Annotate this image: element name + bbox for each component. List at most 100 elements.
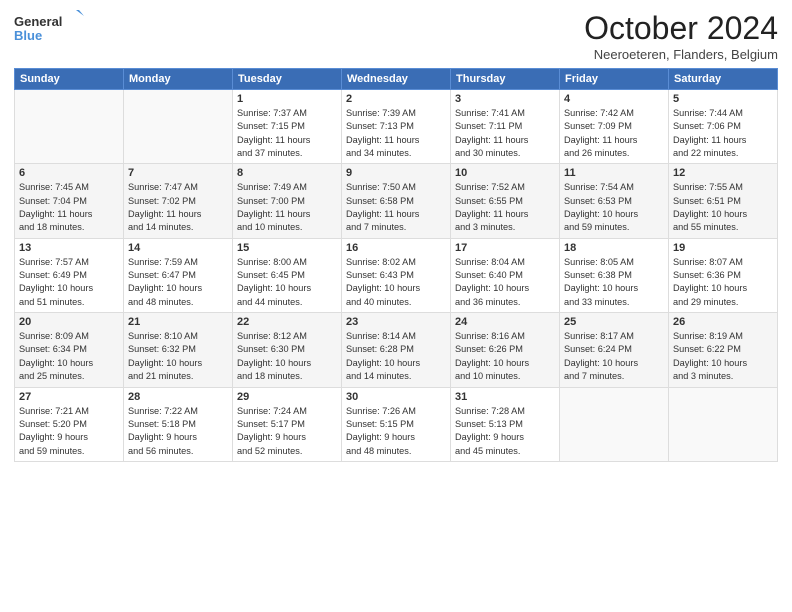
day-info: Sunrise: 7:42 AMSunset: 7:09 PMDaylight:… [564, 107, 664, 160]
day-info: Sunrise: 7:28 AMSunset: 5:13 PMDaylight:… [455, 405, 555, 458]
day-number: 19 [673, 242, 773, 254]
calendar-cell: 13 Sunrise: 7:57 AMSunset: 6:49 PMDayligh… [15, 238, 124, 312]
day-number: 20 [19, 316, 119, 328]
day-number: 17 [455, 242, 555, 254]
calendar-cell: 25 Sunrise: 8:17 AMSunset: 6:24 PMDayligh… [560, 313, 669, 387]
day-info: Sunrise: 7:26 AMSunset: 5:15 PMDaylight:… [346, 405, 446, 458]
logo-svg: General Blue [14, 10, 84, 46]
day-info: Sunrise: 8:16 AMSunset: 6:26 PMDaylight:… [455, 330, 555, 383]
day-number: 15 [237, 242, 337, 254]
title-section: October 2024 Neeroeteren, Flanders, Belg… [584, 10, 778, 62]
day-number: 18 [564, 242, 664, 254]
day-number: 1 [237, 93, 337, 105]
day-info: Sunrise: 8:19 AMSunset: 6:22 PMDaylight:… [673, 330, 773, 383]
calendar-cell [124, 90, 233, 164]
calendar-page: General Blue October 2024 Neeroeteren, F… [0, 0, 792, 612]
day-info: Sunrise: 7:54 AMSunset: 6:53 PMDaylight:… [564, 181, 664, 234]
day-number: 23 [346, 316, 446, 328]
day-info: Sunrise: 8:05 AMSunset: 6:38 PMDaylight:… [564, 256, 664, 309]
day-number: 2 [346, 93, 446, 105]
calendar-cell: 26Sunrise: 8:19 AMSunset: 6:22 PMDayligh… [669, 313, 778, 387]
day-info: Sunrise: 7:57 AMSunset: 6:49 PMDaylight:… [19, 256, 119, 309]
day-number: 6 [19, 167, 119, 179]
day-number: 13 [19, 242, 119, 254]
day-number: 30 [346, 391, 446, 403]
day-info: Sunrise: 7:22 AMSunset: 5:18 PMDaylight:… [128, 405, 228, 458]
calendar-cell: 10 Sunrise: 7:52 AMSunset: 6:55 PMDayligh… [451, 164, 560, 238]
calendar-cell: 17 Sunrise: 8:04 AMSunset: 6:40 PMDayligh… [451, 238, 560, 312]
calendar-cell: 24 Sunrise: 8:16 AMSunset: 6:26 PMDayligh… [451, 313, 560, 387]
day-number: 4 [564, 93, 664, 105]
calendar-cell: 1 Sunrise: 7:37 AMSunset: 7:15 PMDaylight… [233, 90, 342, 164]
day-info: Sunrise: 7:45 AMSunset: 7:04 PMDaylight:… [19, 181, 119, 234]
week-row-4: 20 Sunrise: 8:09 AMSunset: 6:34 PMDayligh… [15, 313, 778, 387]
calendar-cell: 28 Sunrise: 7:22 AMSunset: 5:18 PMDayligh… [124, 387, 233, 461]
day-info: Sunrise: 8:14 AMSunset: 6:28 PMDaylight:… [346, 330, 446, 383]
calendar-table: SundayMondayTuesdayWednesdayThursdayFrid… [14, 68, 778, 462]
calendar-cell: 4 Sunrise: 7:42 AMSunset: 7:09 PMDaylight… [560, 90, 669, 164]
calendar-cell: 27 Sunrise: 7:21 AMSunset: 5:20 PMDayligh… [15, 387, 124, 461]
day-number: 28 [128, 391, 228, 403]
day-number: 10 [455, 167, 555, 179]
calendar-cell: 12Sunrise: 7:55 AMSunset: 6:51 PMDayligh… [669, 164, 778, 238]
day-info: Sunrise: 7:50 AMSunset: 6:58 PMDaylight:… [346, 181, 446, 234]
calendar-cell: 29Sunrise: 7:24 AMSunset: 5:17 PMDayligh… [233, 387, 342, 461]
week-row-1: 1 Sunrise: 7:37 AMSunset: 7:15 PMDaylight… [15, 90, 778, 164]
day-info: Sunrise: 7:59 AMSunset: 6:47 PMDaylight:… [128, 256, 228, 309]
day-number: 31 [455, 391, 555, 403]
calendar-cell: 15 Sunrise: 8:00 AMSunset: 6:45 PMDayligh… [233, 238, 342, 312]
day-info: Sunrise: 7:52 AMSunset: 6:55 PMDaylight:… [455, 181, 555, 234]
day-info: Sunrise: 7:41 AMSunset: 7:11 PMDaylight:… [455, 107, 555, 160]
day-header-wednesday: Wednesday [342, 69, 451, 90]
calendar-cell: 21Sunrise: 8:10 AMSunset: 6:32 PMDayligh… [124, 313, 233, 387]
day-info: Sunrise: 7:37 AMSunset: 7:15 PMDaylight:… [237, 107, 337, 160]
day-number: 9 [346, 167, 446, 179]
day-number: 3 [455, 93, 555, 105]
calendar-cell [560, 387, 669, 461]
day-number: 8 [237, 167, 337, 179]
location-subtitle: Neeroeteren, Flanders, Belgium [584, 47, 778, 62]
day-number: 25 [564, 316, 664, 328]
day-number: 7 [128, 167, 228, 179]
calendar-cell [669, 387, 778, 461]
calendar-cell: 14Sunrise: 7:59 AMSunset: 6:47 PMDayligh… [124, 238, 233, 312]
calendar-cell: 3 Sunrise: 7:41 AMSunset: 7:11 PMDaylight… [451, 90, 560, 164]
calendar-cell: 11Sunrise: 7:54 AMSunset: 6:53 PMDayligh… [560, 164, 669, 238]
header: General Blue October 2024 Neeroeteren, F… [14, 10, 778, 62]
calendar-cell [15, 90, 124, 164]
logo: General Blue [14, 10, 84, 46]
calendar-cell: 30 Sunrise: 7:26 AMSunset: 5:15 PMDayligh… [342, 387, 451, 461]
month-title: October 2024 [584, 10, 778, 47]
day-number: 27 [19, 391, 119, 403]
day-number: 16 [346, 242, 446, 254]
day-header-friday: Friday [560, 69, 669, 90]
day-number: 22 [237, 316, 337, 328]
calendar-cell: 16Sunrise: 8:02 AMSunset: 6:43 PMDayligh… [342, 238, 451, 312]
day-header-monday: Monday [124, 69, 233, 90]
calendar-cell: 18 Sunrise: 8:05 AMSunset: 6:38 PMDayligh… [560, 238, 669, 312]
header-row: SundayMondayTuesdayWednesdayThursdayFrid… [15, 69, 778, 90]
day-header-tuesday: Tuesday [233, 69, 342, 90]
day-info: Sunrise: 7:47 AMSunset: 7:02 PMDaylight:… [128, 181, 228, 234]
day-info: Sunrise: 8:00 AMSunset: 6:45 PMDaylight:… [237, 256, 337, 309]
day-number: 21 [128, 316, 228, 328]
day-info: Sunrise: 8:17 AMSunset: 6:24 PMDaylight:… [564, 330, 664, 383]
day-info: Sunrise: 7:55 AMSunset: 6:51 PMDaylight:… [673, 181, 773, 234]
day-info: Sunrise: 8:07 AMSunset: 6:36 PMDaylight:… [673, 256, 773, 309]
day-header-thursday: Thursday [451, 69, 560, 90]
week-row-3: 13 Sunrise: 7:57 AMSunset: 6:49 PMDayligh… [15, 238, 778, 312]
calendar-cell: 23 Sunrise: 8:14 AMSunset: 6:28 PMDayligh… [342, 313, 451, 387]
week-row-5: 27 Sunrise: 7:21 AMSunset: 5:20 PMDayligh… [15, 387, 778, 461]
calendar-cell: 22Sunrise: 8:12 AMSunset: 6:30 PMDayligh… [233, 313, 342, 387]
day-info: Sunrise: 8:09 AMSunset: 6:34 PMDaylight:… [19, 330, 119, 383]
calendar-cell: 9 Sunrise: 7:50 AMSunset: 6:58 PMDaylight… [342, 164, 451, 238]
day-header-sunday: Sunday [15, 69, 124, 90]
calendar-cell: 6 Sunrise: 7:45 AMSunset: 7:04 PMDaylight… [15, 164, 124, 238]
calendar-cell: 20 Sunrise: 8:09 AMSunset: 6:34 PMDayligh… [15, 313, 124, 387]
day-info: Sunrise: 7:24 AMSunset: 5:17 PMDaylight:… [237, 405, 337, 458]
day-number: 24 [455, 316, 555, 328]
calendar-cell: 7 Sunrise: 7:47 AMSunset: 7:02 PMDaylight… [124, 164, 233, 238]
day-info: Sunrise: 8:04 AMSunset: 6:40 PMDaylight:… [455, 256, 555, 309]
day-info: Sunrise: 7:21 AMSunset: 5:20 PMDaylight:… [19, 405, 119, 458]
day-number: 5 [673, 93, 773, 105]
